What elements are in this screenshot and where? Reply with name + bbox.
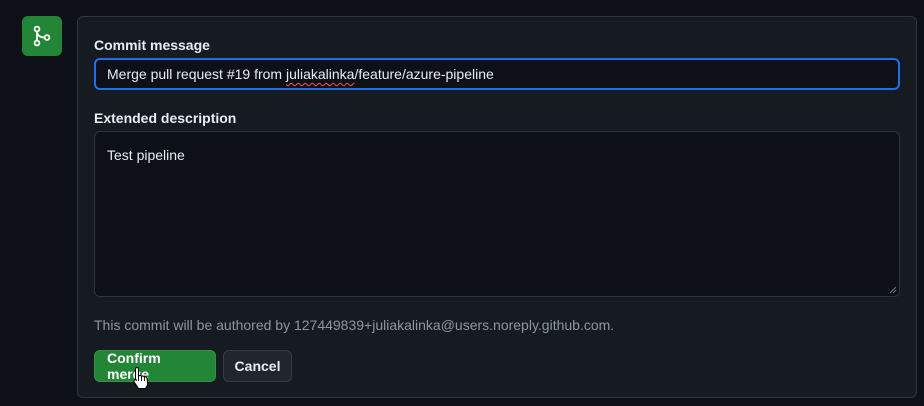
commit-message-prefix: Merge pull request #19 from <box>107 66 286 82</box>
commit-message-label: Commit message <box>94 37 210 53</box>
commit-message-spellcheck-word: juliakalinka <box>285 66 355 82</box>
extended-description-label: Extended description <box>94 110 237 126</box>
resize-handle-icon[interactable] <box>887 284 897 294</box>
commit-message-suffix: /feature/azure-pipeline <box>354 66 494 82</box>
merge-form-panel: Commit message Merge pull request #19 fr… <box>77 16 917 398</box>
extended-description-textarea[interactable]: Test pipeline <box>94 131 900 297</box>
extended-description-text: Test pipeline <box>107 147 185 163</box>
commit-message-input[interactable]: Merge pull request #19 from juliakalinka… <box>94 58 900 90</box>
cancel-button[interactable]: Cancel <box>223 350 292 382</box>
confirm-merge-button[interactable]: Confirm merge <box>94 350 216 382</box>
author-note: This commit will be authored by 12744983… <box>94 317 615 333</box>
git-merge-icon <box>22 16 62 56</box>
